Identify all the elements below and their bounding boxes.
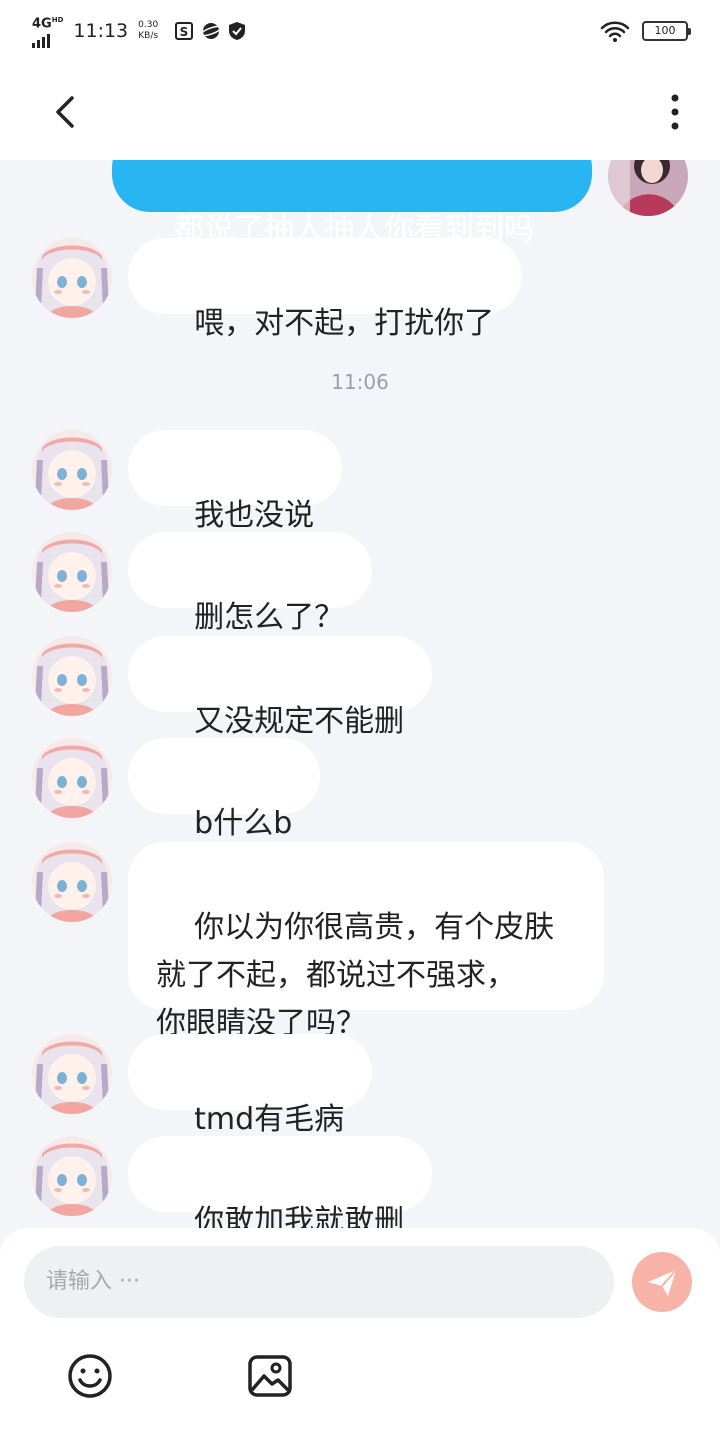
net-speed: 0.30 KB/s bbox=[138, 20, 158, 42]
contact-avatar[interactable] bbox=[32, 636, 112, 716]
battery-icon: 100 bbox=[642, 21, 691, 41]
contact-avatar[interactable] bbox=[32, 1136, 112, 1216]
net-speed-unit: KB/s bbox=[138, 31, 159, 42]
paper-plane-icon bbox=[648, 1269, 677, 1296]
signal-icon bbox=[32, 32, 50, 49]
message-bubble[interactable]: 我也没说 bbox=[128, 430, 343, 533]
network-indicator: 4GHD bbox=[32, 14, 64, 49]
message-text: 喂，对不起，打扰你了 bbox=[194, 306, 495, 341]
message-text: 删怎么了？ bbox=[194, 600, 345, 635]
message-bubble[interactable]: tmd有毛病 bbox=[128, 1034, 373, 1137]
my-message-bubble[interactable]: 都说了抽人抽人你看到到吗 bbox=[112, 160, 592, 247]
message-bubble[interactable]: 喂，对不起，打扰你了 bbox=[128, 238, 523, 341]
message-text: 你敢加我就敢删 bbox=[194, 1204, 405, 1228]
message-text: tmd有毛病 bbox=[194, 1102, 345, 1137]
message-bubble[interactable]: 删怎么了？ bbox=[128, 532, 373, 635]
svg-text:S: S bbox=[180, 25, 189, 39]
message-text: 你以为你很高贵，有个皮肤 就了不起，都说过不强求， 你眼睛没了吗？ bbox=[156, 910, 555, 1041]
status-bar: 4GHD 11:13 0.30 KB/s S 100 bbox=[0, 0, 720, 62]
message-bubble[interactable]: 你敢加我就敢删 bbox=[128, 1136, 433, 1228]
chat-header bbox=[0, 62, 720, 160]
message-text: 我也没说 bbox=[194, 498, 315, 533]
contact-avatar[interactable] bbox=[32, 842, 112, 922]
message-bubble[interactable]: 你以为你很高贵，有个皮肤 就了不起，都说过不强求， 你眼睛没了吗？ bbox=[128, 842, 604, 1041]
message-bubble[interactable]: 又没规定不能删 bbox=[128, 636, 433, 739]
chevron-left-icon[interactable] bbox=[46, 92, 86, 132]
network-hd: HD bbox=[51, 16, 64, 24]
message-text: b什么b bbox=[194, 806, 293, 841]
contact-avatar[interactable] bbox=[32, 1034, 112, 1114]
image-icon[interactable] bbox=[246, 1352, 294, 1400]
contact-avatar[interactable] bbox=[32, 738, 112, 818]
message-input[interactable]: 请输入 ··· bbox=[24, 1246, 614, 1318]
shield-icon bbox=[229, 22, 246, 41]
planet-icon bbox=[200, 23, 223, 40]
contact-avatar[interactable] bbox=[32, 430, 112, 510]
smiley-icon[interactable] bbox=[66, 1352, 114, 1400]
more-vertical-icon[interactable] bbox=[660, 92, 690, 132]
net-speed-value: 0.30 bbox=[138, 20, 159, 31]
wifi-icon bbox=[600, 21, 630, 42]
contact-avatar[interactable] bbox=[32, 532, 112, 612]
chat-messages[interactable]: 都说了抽人抽人你看到到吗 喂，对不起，打扰你了 11:06 我也没说 删怎么了？… bbox=[0, 160, 720, 1228]
contact-avatar[interactable] bbox=[32, 238, 112, 318]
send-button[interactable] bbox=[632, 1252, 692, 1312]
status-time: 11:13 bbox=[73, 20, 129, 43]
battery-level: 100 bbox=[654, 24, 676, 37]
message-text: 又没规定不能删 bbox=[194, 704, 405, 739]
network-type: 4G bbox=[32, 16, 52, 32]
message-bubble[interactable]: b什么b bbox=[128, 738, 321, 841]
timestamp: 11:06 bbox=[331, 370, 389, 394]
my-avatar[interactable] bbox=[608, 160, 688, 216]
sim-icon: S bbox=[175, 22, 194, 41]
input-placeholder: 请输入 ··· bbox=[46, 1269, 140, 1294]
composer-bar: 请输入 ··· bbox=[0, 1228, 720, 1436]
